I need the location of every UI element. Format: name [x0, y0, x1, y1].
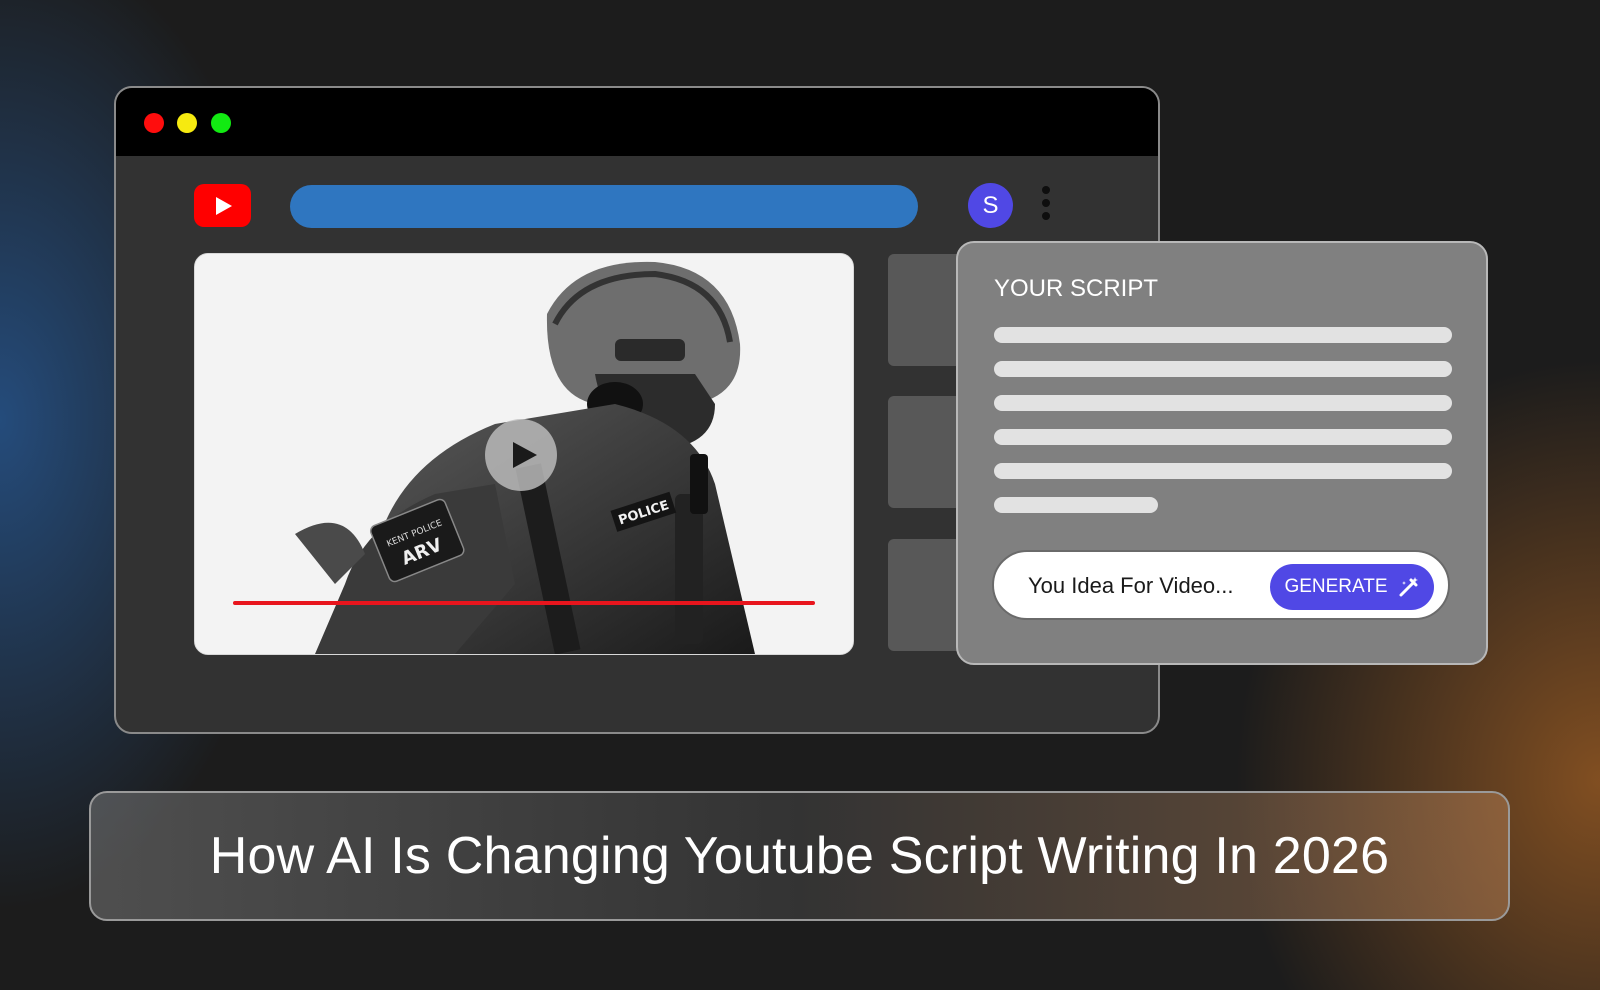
- generate-button[interactable]: GENERATE: [1270, 564, 1434, 610]
- maximize-dot-icon[interactable]: [211, 113, 231, 133]
- video-player[interactable]: KENT POLICE ARV POLICE: [194, 253, 854, 655]
- play-icon[interactable]: [485, 419, 557, 491]
- video-idea-field: GENERATE: [992, 550, 1450, 620]
- generate-button-label: GENERATE: [1284, 576, 1388, 597]
- script-placeholder-line: [994, 361, 1452, 377]
- script-panel-title: YOUR SCRIPT: [994, 275, 1159, 302]
- video-idea-input[interactable]: [1028, 573, 1258, 599]
- more-options-icon[interactable]: [1036, 184, 1056, 224]
- script-panel: YOUR SCRIPT GENERATE: [956, 241, 1488, 665]
- video-progress-bar[interactable]: [233, 601, 815, 605]
- script-placeholder-line: [994, 327, 1452, 343]
- headline-banner: How AI Is Changing Youtube Script Writin…: [89, 791, 1510, 921]
- close-dot-icon[interactable]: [144, 113, 164, 133]
- youtube-logo-icon[interactable]: [194, 184, 251, 227]
- search-bar[interactable]: [290, 185, 918, 228]
- script-placeholder-line: [994, 463, 1452, 479]
- minimize-dot-icon[interactable]: [177, 113, 197, 133]
- script-placeholder-line: [994, 429, 1452, 445]
- page-title: How AI Is Changing Youtube Script Writin…: [209, 827, 1390, 885]
- script-placeholder-line: [994, 395, 1452, 411]
- title-bar: [116, 88, 1158, 156]
- script-placeholder-line: [994, 497, 1158, 513]
- magic-wand-icon: [1399, 577, 1418, 597]
- avatar[interactable]: S: [968, 183, 1013, 228]
